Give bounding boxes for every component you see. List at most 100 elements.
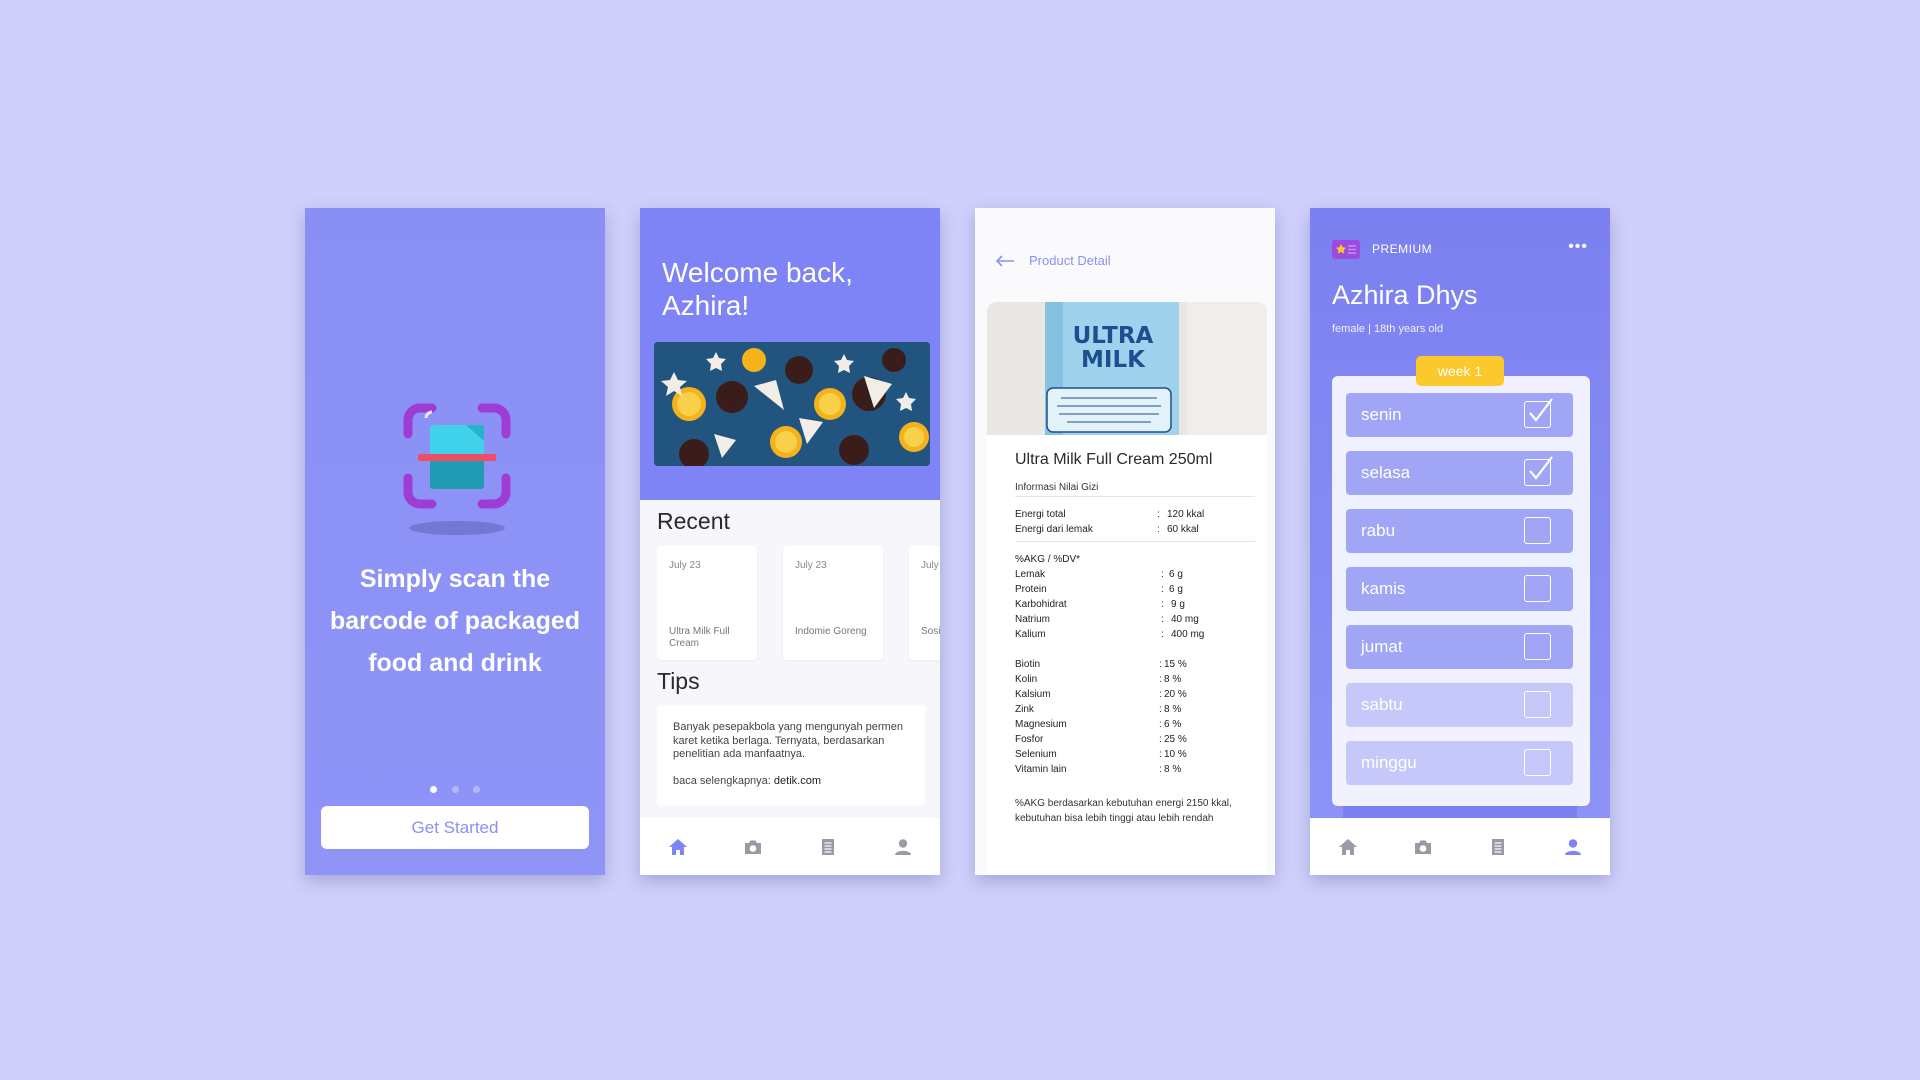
nutrition-row: Lemak : 6 g bbox=[1015, 569, 1255, 582]
nutrition-value: 20 % bbox=[1164, 689, 1187, 700]
day-item-sabtu[interactable]: sabtu bbox=[1346, 683, 1573, 727]
product-name: Ultra Milk Full Cream 250ml bbox=[1015, 451, 1213, 468]
onboarding-screen: Simply scan the barcode of packaged food… bbox=[305, 208, 605, 875]
nutrition-label: Lemak bbox=[1015, 569, 1046, 580]
day-label: rabu bbox=[1361, 521, 1396, 540]
camera-icon[interactable] bbox=[741, 835, 765, 859]
profile-icon[interactable] bbox=[891, 835, 915, 859]
day-item-rabu[interactable]: rabu bbox=[1346, 509, 1573, 553]
day-checkbox[interactable] bbox=[1524, 517, 1551, 544]
nutrition-row: Fosfor : 25 % bbox=[1015, 734, 1255, 747]
day-item-minggu[interactable]: minggu bbox=[1346, 741, 1573, 785]
document-icon[interactable] bbox=[816, 835, 840, 859]
get-started-button[interactable]: Get Started bbox=[321, 806, 589, 849]
akg-heading: %AKG / %DV* bbox=[1015, 554, 1081, 565]
nutrition-label: Natrium bbox=[1015, 614, 1051, 625]
tips-more: baca selengkapnya: detik.com bbox=[673, 775, 909, 789]
colon: : bbox=[1159, 764, 1162, 775]
home-screen: Welcome back, Azhira! Recent July 23 Ult… bbox=[640, 208, 940, 875]
day-checkbox[interactable] bbox=[1524, 456, 1553, 486]
profile-meta: female | 18th years old bbox=[1332, 323, 1444, 335]
nutrition-value: 400 mg bbox=[1171, 629, 1205, 640]
day-item-kamis[interactable]: kamis bbox=[1346, 567, 1573, 611]
recent-card-name: Ultra Milk Full Cream bbox=[669, 626, 730, 649]
back-navigation[interactable]: Product Detail bbox=[995, 253, 1111, 268]
nutrition-row: Natrium : 40 mg bbox=[1015, 614, 1255, 627]
day-item-selasa[interactable]: selasa bbox=[1346, 451, 1573, 495]
nutrition-label: Protein bbox=[1015, 584, 1047, 595]
pagination-dots bbox=[305, 780, 605, 798]
day-checkbox[interactable] bbox=[1524, 398, 1553, 428]
day-item-jumat[interactable]: jumat bbox=[1346, 625, 1573, 669]
home-icon[interactable] bbox=[1336, 835, 1360, 859]
nutrition-value: 6 g bbox=[1169, 584, 1183, 595]
nutrition-value: 8 % bbox=[1164, 704, 1182, 715]
recent-card[interactable]: July 2 Sosis bbox=[909, 546, 940, 660]
day-checkbox[interactable] bbox=[1524, 633, 1551, 660]
nutrition-label: Kalsium bbox=[1015, 689, 1051, 700]
camera-icon[interactable] bbox=[1411, 835, 1435, 859]
nutrition-label: Vitamin lain bbox=[1015, 764, 1067, 775]
product-detail-screen: Product Detail ULTRA MILK Ultra Milk Ful… bbox=[975, 208, 1275, 875]
nutrition-value: 60 kkal bbox=[1167, 524, 1199, 535]
pagination-dot-2[interactable] bbox=[451, 786, 459, 793]
tips-card[interactable]: Banyak pesepakbola yang mengunyah permen… bbox=[657, 705, 925, 805]
nutrition-row: Energi dari lemak : 60 kkal bbox=[1015, 524, 1255, 537]
profile-icon[interactable] bbox=[1561, 835, 1585, 859]
nutrition-row: Energi total : 120 kkal bbox=[1015, 509, 1255, 522]
checkmark-icon bbox=[1529, 398, 1553, 422]
day-label: jumat bbox=[1361, 637, 1403, 656]
product-photo[interactable]: ULTRA MILK bbox=[987, 302, 1267, 435]
tips-more-prefix: baca selengkapnya: bbox=[673, 774, 774, 787]
pagination-dot-3[interactable] bbox=[472, 786, 480, 793]
onboarding-headline: Simply scan the barcode of packaged food… bbox=[329, 565, 581, 677]
colon: : bbox=[1157, 524, 1160, 535]
product-detail-header: Product Detail bbox=[1029, 253, 1111, 268]
nutrition-value: 25 % bbox=[1164, 734, 1187, 745]
nutrition-label: Energi dari lemak bbox=[1015, 524, 1093, 535]
panel-scroll-edge bbox=[1343, 806, 1577, 818]
document-icon[interactable] bbox=[1486, 835, 1510, 859]
profile-screen: PREMIUM ••• Azhira Dhys female | 18th ye… bbox=[1310, 208, 1610, 875]
nutrition-value: 15 % bbox=[1164, 659, 1187, 670]
recent-card[interactable]: July 23 Indomie Goreng bbox=[783, 546, 883, 660]
colon: : bbox=[1157, 509, 1160, 520]
day-label: senin bbox=[1361, 405, 1402, 424]
colon: : bbox=[1161, 614, 1164, 625]
day-label: sabtu bbox=[1361, 695, 1403, 714]
nutrition-section-title: Informasi Nilai Gizi bbox=[1015, 482, 1099, 493]
nutrition-row: Karbohidrat : 9 g bbox=[1015, 599, 1255, 612]
nutrition-row: Kolin : 8 % bbox=[1015, 674, 1255, 687]
more-options-icon[interactable]: ••• bbox=[1568, 238, 1588, 256]
pagination-dot-1[interactable] bbox=[430, 786, 438, 793]
colon: : bbox=[1159, 689, 1162, 700]
profile-name: Azhira Dhys bbox=[1332, 280, 1478, 310]
recent-card[interactable]: July 23 Ultra Milk Full Cream bbox=[657, 546, 757, 660]
nutrition-label: Kolin bbox=[1015, 674, 1038, 685]
hero-image[interactable] bbox=[654, 342, 930, 466]
day-checkbox[interactable] bbox=[1524, 691, 1551, 718]
divider bbox=[1015, 496, 1255, 497]
back-arrow-icon[interactable] bbox=[995, 254, 1015, 267]
day-label: minggu bbox=[1361, 753, 1417, 772]
week-badge[interactable]: week 1 bbox=[1416, 356, 1504, 386]
recent-list: July 23 Ultra Milk Full Cream July 23 In… bbox=[657, 546, 940, 664]
nutrition-row: Magnesium : 6 % bbox=[1015, 719, 1255, 732]
nutrition-value: 8 % bbox=[1164, 674, 1182, 685]
nutrition-label: Zink bbox=[1015, 704, 1034, 715]
day-checkbox[interactable] bbox=[1524, 749, 1551, 776]
day-item-senin[interactable]: senin bbox=[1346, 393, 1573, 437]
home-icon[interactable] bbox=[666, 835, 690, 859]
product-photo-brand: ULTRA MILK bbox=[1072, 323, 1154, 373]
colon: : bbox=[1159, 719, 1162, 730]
colon: : bbox=[1161, 629, 1164, 640]
nutrition-value: 9 g bbox=[1171, 599, 1185, 610]
recent-card-date: July 2 bbox=[921, 560, 940, 571]
colon: : bbox=[1161, 569, 1164, 580]
nutrition-label: Selenium bbox=[1015, 749, 1057, 760]
nutrition-label: Fosfor bbox=[1015, 734, 1044, 745]
tips-source-link[interactable]: detik.com bbox=[774, 775, 821, 787]
day-checkbox[interactable] bbox=[1524, 575, 1551, 602]
colon: : bbox=[1161, 584, 1164, 595]
recent-card-name: Indomie Goreng bbox=[795, 626, 867, 637]
